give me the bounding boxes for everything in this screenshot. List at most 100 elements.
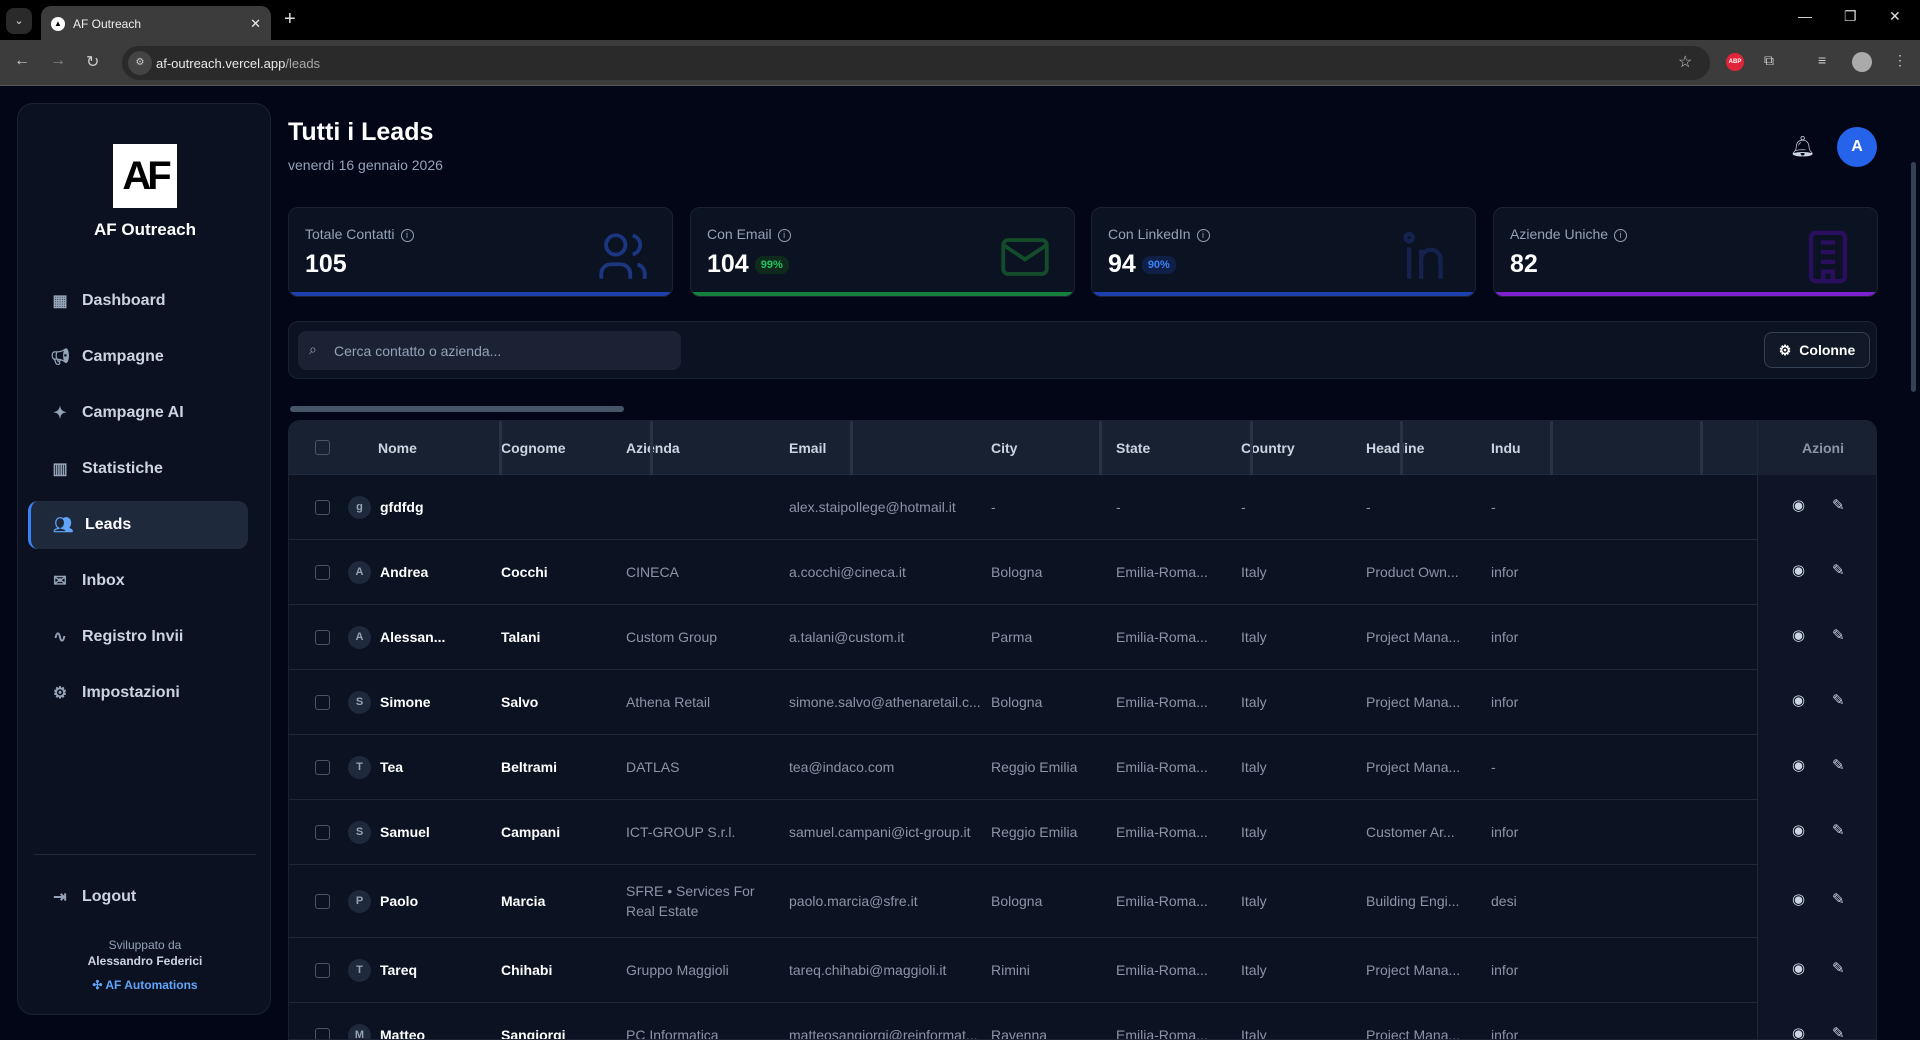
browser-tab[interactable]: ▲ AF Outreach ✕ xyxy=(41,6,271,42)
minimize-button[interactable]: — xyxy=(1798,8,1812,24)
table-row[interactable]: TTareqChihabiGruppo Maggiolitareq.chihab… xyxy=(289,938,1876,1003)
search-input[interactable] xyxy=(298,331,681,370)
table-horizontal-scrollbar[interactable] xyxy=(290,406,624,412)
reload-icon[interactable]: ↻ xyxy=(86,52,99,72)
column-resize-handle[interactable] xyxy=(850,421,853,475)
bell-icon[interactable]: 🔔︎ xyxy=(1790,134,1815,159)
select-all-checkbox[interactable] xyxy=(315,440,330,455)
header-state[interactable]: State xyxy=(1116,421,1150,475)
header-cognome[interactable]: Cognome xyxy=(501,421,566,475)
view-eye-icon[interactable]: ◉ xyxy=(1792,561,1805,579)
info-icon[interactable]: i xyxy=(1614,229,1627,242)
edit-pencil-icon[interactable]: ✎ xyxy=(1832,561,1845,579)
view-eye-icon[interactable]: ◉ xyxy=(1792,626,1805,644)
cell-text: Sangiorgi xyxy=(501,1027,566,1040)
table-row[interactable]: MMatteoSangiorgiPC Informaticamatteosang… xyxy=(289,1003,1876,1040)
column-resize-handle[interactable] xyxy=(1550,421,1553,475)
row-checkbox[interactable] xyxy=(315,695,330,710)
view-eye-icon[interactable]: ◉ xyxy=(1792,496,1805,514)
row-checkbox[interactable] xyxy=(315,1028,330,1040)
logout-button[interactable]: ⇥ Logout xyxy=(28,873,248,921)
row-checkbox[interactable] xyxy=(315,963,330,978)
cell-headline: Project Mana... xyxy=(1366,605,1486,669)
view-eye-icon[interactable]: ◉ xyxy=(1792,756,1805,774)
af-automations-link[interactable]: ✣ AF Automations xyxy=(18,977,272,993)
sidebar-item-inbox[interactable]: ✉Inbox xyxy=(28,557,248,605)
column-resize-handle[interactable] xyxy=(1700,421,1703,475)
column-resize-handle[interactable] xyxy=(1099,421,1102,475)
page-scrollbar-thumb[interactable] xyxy=(1911,162,1916,392)
tab-list-button[interactable]: ⌄ xyxy=(6,8,32,34)
row-checkbox[interactable] xyxy=(315,565,330,580)
view-eye-icon[interactable]: ◉ xyxy=(1792,959,1805,977)
edit-pencil-icon[interactable]: ✎ xyxy=(1832,890,1845,908)
table-row[interactable]: SSamuelCampaniICT-GROUP S.r.l.samuel.cam… xyxy=(289,800,1876,865)
restore-button[interactable]: ❐ xyxy=(1844,8,1857,25)
sidebar-item-registro-invii[interactable]: ∿Registro Invii xyxy=(28,613,248,661)
cell-text: ICT-GROUP S.r.l. xyxy=(626,822,735,842)
media-control-icon[interactable]: ≡ xyxy=(1818,52,1826,68)
column-resize-handle[interactable] xyxy=(650,421,653,475)
row-checkbox[interactable] xyxy=(315,825,330,840)
edit-pencil-icon[interactable]: ✎ xyxy=(1832,496,1845,514)
table-row[interactable]: ggfdfdgalex.staipollege@hotmail.it----- xyxy=(289,475,1876,540)
edit-pencil-icon[interactable]: ✎ xyxy=(1832,959,1845,977)
row-checkbox[interactable] xyxy=(315,500,330,515)
site-info-icon[interactable]: ⚙ xyxy=(128,51,152,75)
address-bar[interactable]: ⚙ af-outreach.vercel.app/leads xyxy=(122,46,1710,80)
view-eye-icon[interactable]: ◉ xyxy=(1792,691,1805,709)
user-avatar[interactable]: A xyxy=(1837,127,1877,167)
sidebar-item-statistiche[interactable]: ▥Statistiche xyxy=(28,445,248,493)
table-row[interactable]: AAndreaCocchiCINECAa.cocchi@cineca.itBol… xyxy=(289,540,1876,605)
sidebar-item-campagne[interactable]: 📢︎Campagne xyxy=(28,333,248,381)
adblock-extension-icon[interactable]: ABP xyxy=(1726,53,1744,71)
menu-icon[interactable]: ⋮ xyxy=(1893,52,1907,69)
header-indu[interactable]: Indu xyxy=(1491,421,1521,475)
cell-industry: infor xyxy=(1491,800,1551,864)
new-tab-button[interactable]: + xyxy=(284,8,296,31)
column-resize-handle[interactable] xyxy=(1250,421,1253,475)
cell-industry: infor xyxy=(1491,670,1551,734)
credit-name: Alessandro Federici xyxy=(18,953,272,969)
close-tab-icon[interactable]: ✕ xyxy=(250,16,261,32)
column-resize-handle[interactable] xyxy=(499,421,502,475)
profile-avatar[interactable] xyxy=(1852,52,1872,72)
header-city[interactable]: City xyxy=(991,421,1017,475)
view-eye-icon[interactable]: ◉ xyxy=(1792,890,1805,908)
close-window-button[interactable]: ✕ xyxy=(1889,8,1901,25)
table-row[interactable]: TTeaBeltramiDATLAStea@indaco.comReggio E… xyxy=(289,735,1876,800)
header-nome[interactable]: Nome xyxy=(378,421,417,475)
row-checkbox[interactable] xyxy=(315,894,330,909)
info-icon[interactable]: i xyxy=(1197,229,1210,242)
row-checkbox[interactable] xyxy=(315,630,330,645)
table-row[interactable]: PPaoloMarciaSFRE • Services For Real Est… xyxy=(289,865,1876,938)
cell-text: Salvo xyxy=(501,694,538,710)
cell-cognome: Chihabi xyxy=(501,938,621,1002)
column-resize-handle[interactable] xyxy=(1400,421,1403,475)
edit-pencil-icon[interactable]: ✎ xyxy=(1832,691,1845,709)
header-email[interactable]: Email xyxy=(789,421,826,475)
info-icon[interactable]: i xyxy=(401,229,414,242)
header-headline[interactable]: Headline xyxy=(1366,421,1424,475)
sidebar-item-impostazioni[interactable]: ⚙Impostazioni xyxy=(28,669,248,717)
cell-text: PC Informatica xyxy=(626,1025,719,1040)
extensions-icon[interactable]: ⧉ xyxy=(1764,52,1774,69)
view-eye-icon[interactable]: ◉ xyxy=(1792,821,1805,839)
lead-initial-avatar: P xyxy=(348,890,371,913)
cell-nome: AAndrea xyxy=(348,540,498,604)
columns-button[interactable]: ⚙ Colonne xyxy=(1764,332,1870,368)
row-checkbox[interactable] xyxy=(315,760,330,775)
info-icon[interactable]: i xyxy=(778,229,791,242)
edit-pencil-icon[interactable]: ✎ xyxy=(1832,821,1845,839)
forward-icon[interactable]: → xyxy=(50,52,66,70)
sidebar-item-leads[interactable]: 👥︎Leads xyxy=(28,501,248,549)
bookmark-star-icon[interactable]: ☆ xyxy=(1678,52,1692,72)
sidebar-item-campagne-ai[interactable]: ✦Campagne AI xyxy=(28,389,248,437)
edit-pencil-icon[interactable]: ✎ xyxy=(1832,626,1845,644)
table-row[interactable]: SSimoneSalvoAthena Retailsimone.salvo@at… xyxy=(289,670,1876,735)
edit-pencil-icon[interactable]: ✎ xyxy=(1832,756,1845,774)
cell-text: Italy xyxy=(1241,564,1267,580)
back-icon[interactable]: ← xyxy=(14,52,30,70)
sidebar-item-dashboard[interactable]: ▦Dashboard xyxy=(28,277,248,325)
table-row[interactable]: AAlessan...TalaniCustom Groupa.talani@cu… xyxy=(289,605,1876,670)
